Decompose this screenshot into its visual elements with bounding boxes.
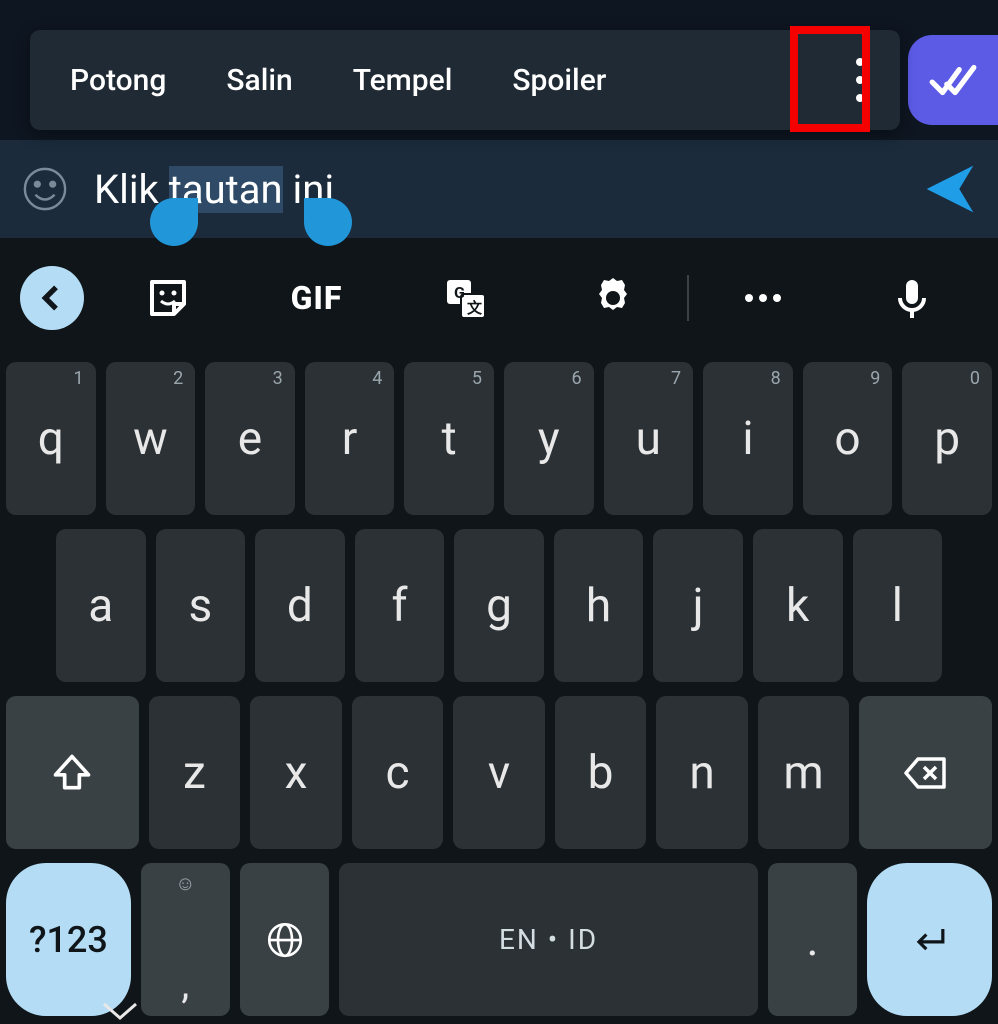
key-f[interactable]: f [355,529,445,682]
key-n[interactable]: n [656,696,748,849]
period-key[interactable]: . [768,863,857,1016]
paste-button[interactable]: Tempel [323,63,483,98]
send-icon [922,161,978,217]
on-screen-keyboard: GIF G 文 [0,238,998,1024]
chevron-left-icon [36,282,68,314]
keyboard-back-button[interactable] [20,266,84,330]
key-d[interactable]: d [255,529,345,682]
backspace-icon [902,749,950,797]
key-j[interactable]: j [653,529,743,682]
more-vertical-icon [856,58,864,66]
key-m[interactable]: m [758,696,850,849]
key-o[interactable]: o9 [803,362,893,515]
key-l[interactable]: l [853,529,943,682]
keyboard-toolbar: GIF G 文 [0,238,998,358]
key-a[interactable]: a [56,529,146,682]
enter-key[interactable] [867,863,992,1016]
translate-button[interactable]: G 文 [391,238,539,358]
key-t[interactable]: t5 [404,362,494,515]
message-read-bubble [908,35,998,125]
backspace-key[interactable] [859,696,992,849]
key-q[interactable]: q1 [6,362,96,515]
key-p[interactable]: p0 [902,362,992,515]
svg-text:G: G [454,283,465,302]
key-x[interactable]: x [250,696,342,849]
message-input[interactable]: Klik tautan ini [94,166,334,213]
key-g[interactable]: g [454,529,544,682]
smiley-icon [22,166,68,212]
key-v[interactable]: v [453,696,545,849]
key-k[interactable]: k [753,529,843,682]
send-button[interactable] [922,161,978,217]
more-options-button[interactable] [830,44,890,116]
nav-hint [100,1000,140,1024]
globe-icon [264,919,306,961]
key-h[interactable]: h [554,529,644,682]
keyboard-settings-button[interactable] [539,238,687,358]
gear-icon [589,274,637,322]
gif-button[interactable]: GIF [242,238,390,358]
language-key[interactable] [240,863,329,1016]
keyboard-rows: q1w2e3r4t5y6u7i8o9p0 asdfghjkl zxcvbnm ?… [0,358,998,1024]
keyboard-more-button[interactable] [689,238,837,358]
keyboard-row-2: asdfghjkl [6,529,992,682]
shift-key[interactable] [6,696,139,849]
key-s[interactable]: s [156,529,246,682]
spoiler-button[interactable]: Spoiler [482,63,636,98]
mic-icon [888,274,936,322]
key-e[interactable]: e3 [205,362,295,515]
emoji-picker-button[interactable] [20,164,70,214]
copy-button[interactable]: Salin [196,63,322,98]
selection-handle-start[interactable] [150,198,198,246]
translate-icon: G 文 [441,274,489,322]
keyboard-row-3: zxcvbnm [6,696,992,849]
keyboard-row-4: ?123☺, EN • ID. [6,863,992,1016]
mic-button[interactable] [838,238,986,358]
symbols-key[interactable]: ?123 [6,863,131,1016]
key-i[interactable]: i8 [703,362,793,515]
key-y[interactable]: y6 [504,362,594,515]
cut-button[interactable]: Potong [40,63,196,98]
spacebar[interactable]: EN • ID [339,863,758,1016]
key-r[interactable]: r4 [305,362,395,515]
enter-icon [908,918,952,962]
key-b[interactable]: b [555,696,647,849]
more-horizontal-icon [739,274,787,322]
key-w[interactable]: w2 [106,362,196,515]
key-z[interactable]: z [149,696,241,849]
selection-handle-end[interactable] [304,198,352,246]
svg-text:文: 文 [467,299,483,317]
comma-key[interactable]: ☺, [141,863,230,1016]
text-selection-context-menu: Potong Salin Tempel Spoiler [30,30,900,130]
sticker-button[interactable] [94,238,242,358]
double-check-icon [928,55,978,105]
key-c[interactable]: c [352,696,444,849]
shift-icon [50,751,94,795]
key-u[interactable]: u7 [604,362,694,515]
keyboard-row-1: q1w2e3r4t5y6u7i8o9p0 [6,362,992,515]
sticker-icon [144,274,192,322]
gif-label: GIF [291,279,343,317]
